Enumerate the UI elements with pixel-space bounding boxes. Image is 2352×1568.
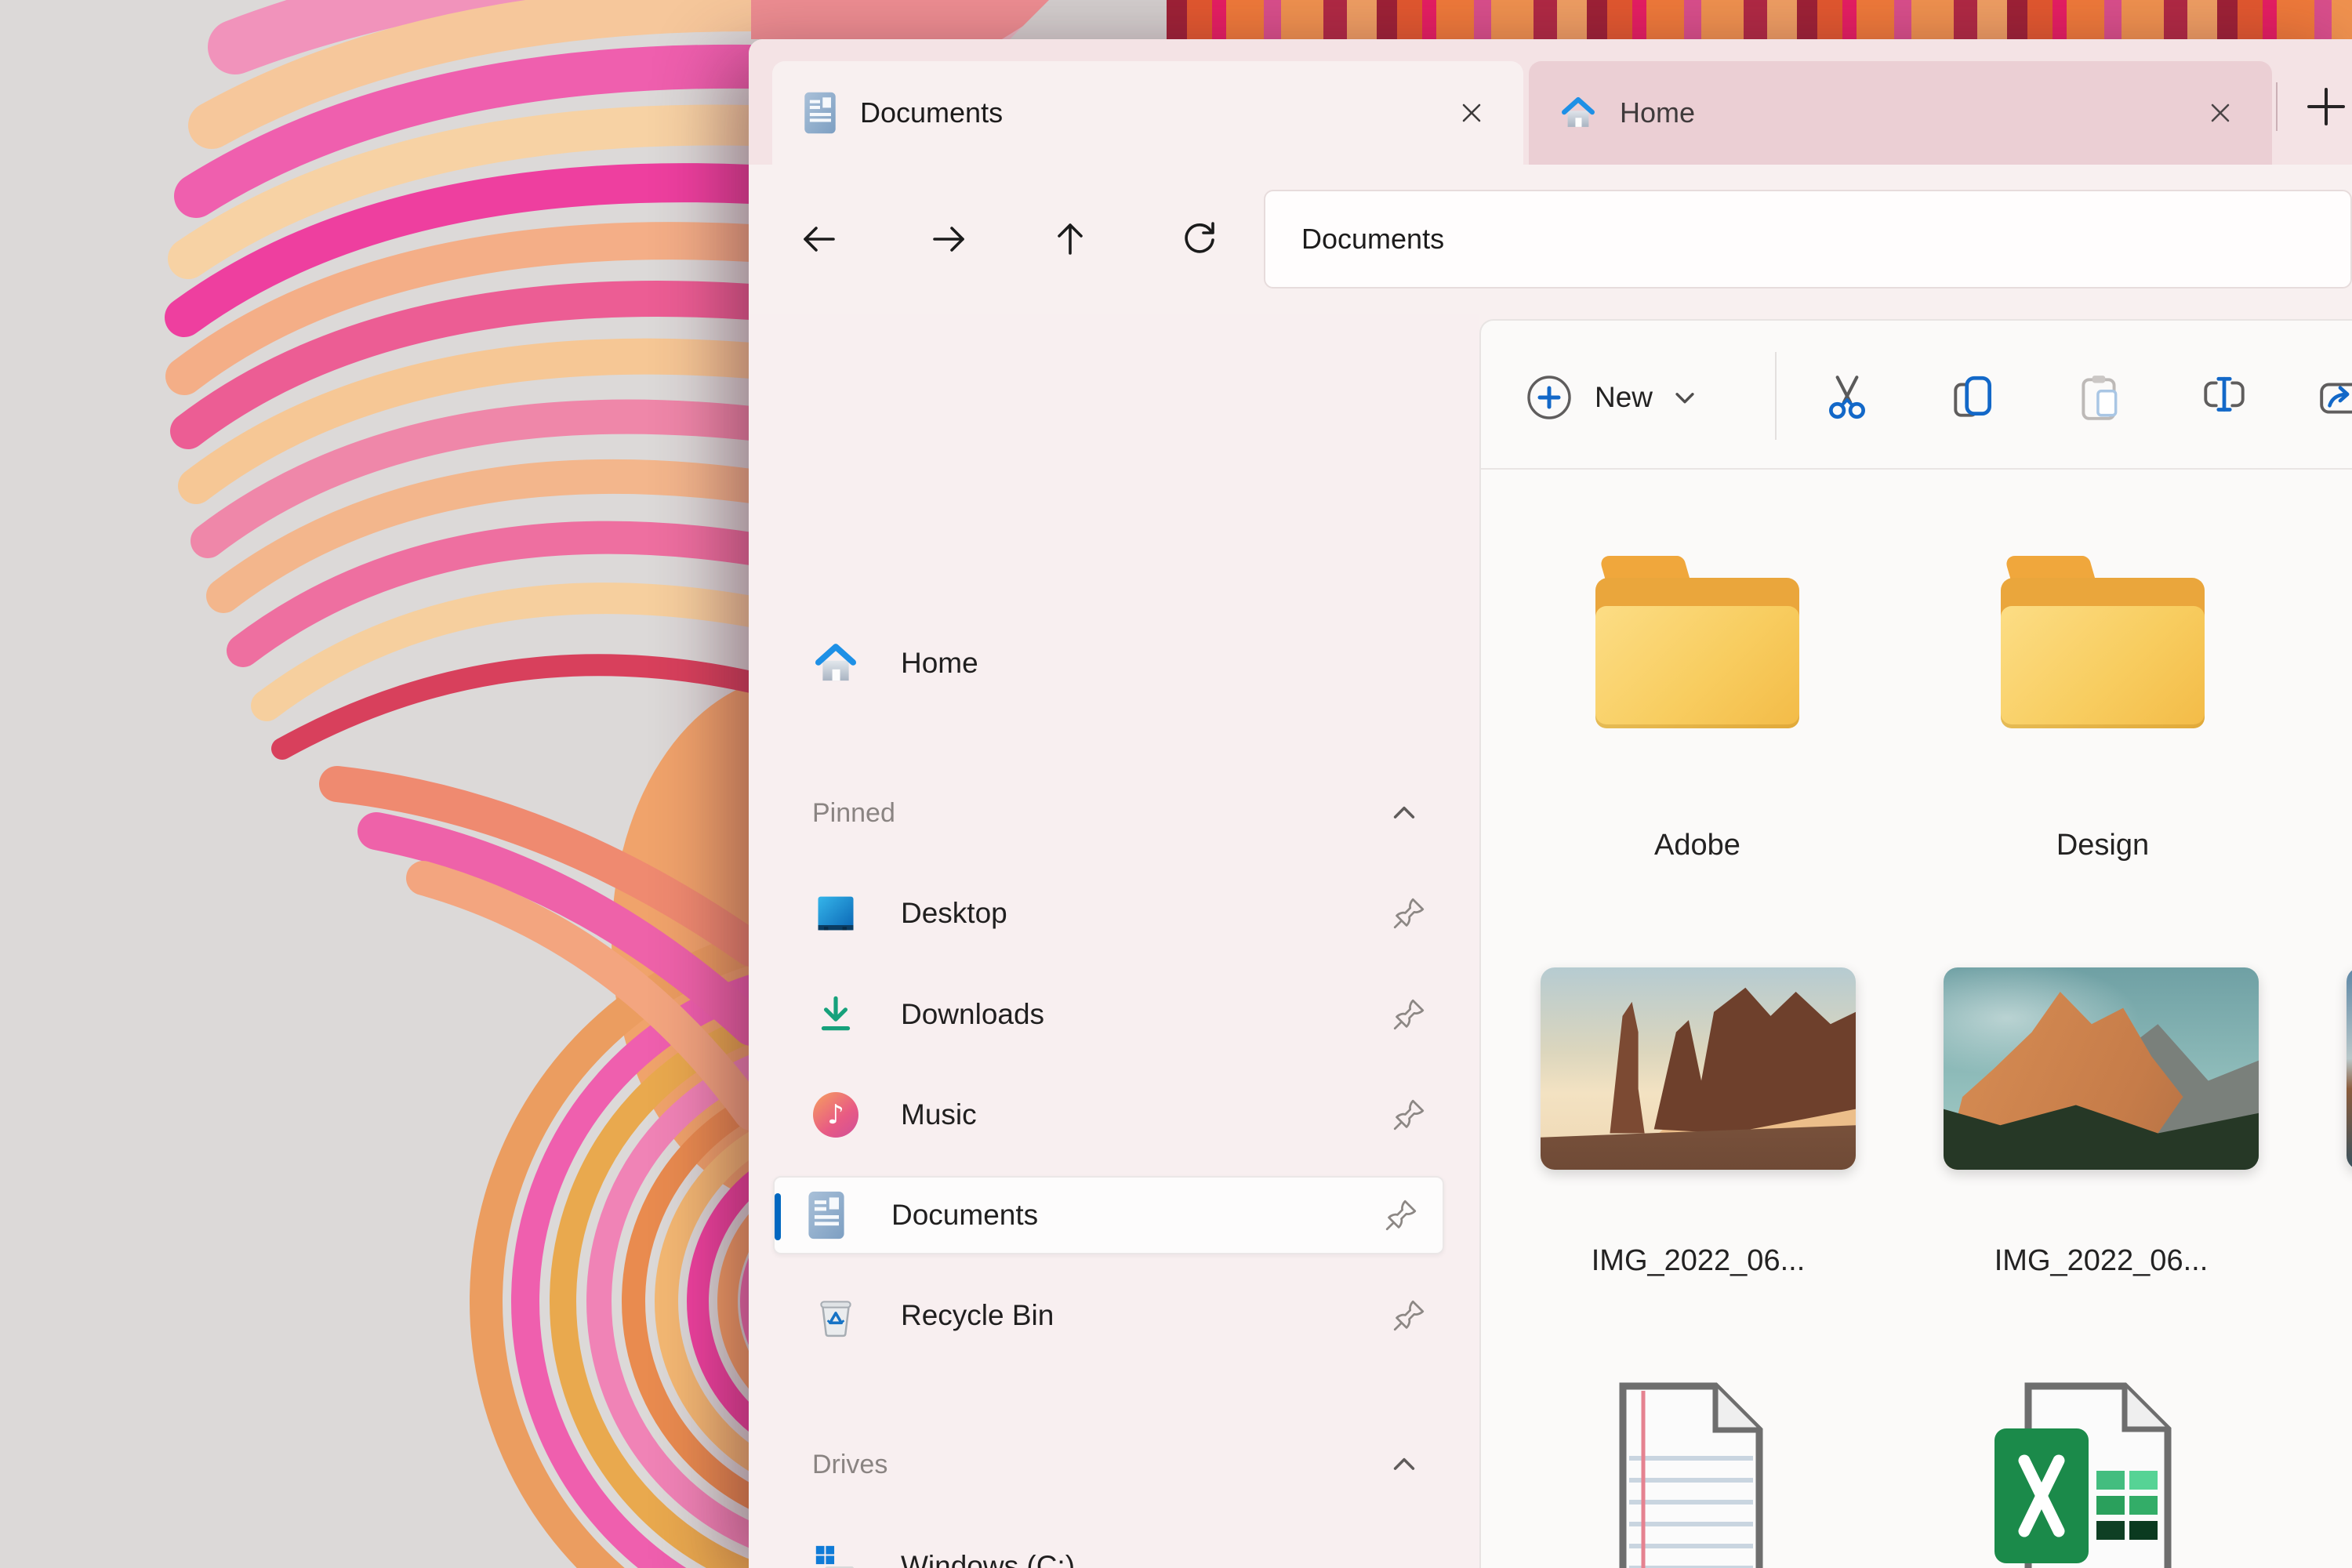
sidebar-item-music[interactable]: ♪ Music: [784, 1076, 1450, 1154]
section-title: Drives: [812, 1450, 887, 1480]
tab-bar: Documents Home: [749, 39, 2352, 165]
selection-accent-bar: [775, 1193, 781, 1240]
wallpaper-art: [0, 0, 751, 1568]
image-thumbnail: [1541, 967, 1856, 1170]
tab-home-label: Home: [1620, 96, 2203, 129]
file-name: Design: [1945, 829, 2260, 862]
file-item-image-partial[interactable]: [2347, 967, 2352, 1170]
section-pinned[interactable]: Pinned: [784, 789, 1450, 837]
folder-icon: [1993, 554, 2212, 742]
file-name: IMG_2022_06...: [1944, 1244, 2259, 1278]
share-button[interactable]: [2311, 366, 2352, 429]
tab-documents-label: Documents: [860, 96, 1454, 129]
sidebar-item-recycle-bin[interactable]: Recycle Bin: [784, 1276, 1450, 1355]
section-title: Pinned: [812, 798, 895, 829]
text-document-icon: [1617, 1380, 1766, 1568]
address-path: Documents: [1301, 223, 1444, 256]
refresh-button[interactable]: [1159, 198, 1240, 280]
new-button-label: New: [1595, 381, 1653, 414]
sidebar-item-label: Windows (C:): [901, 1550, 1075, 1568]
rename-button[interactable]: [2193, 366, 2256, 429]
close-tab-icon[interactable]: [2203, 96, 2238, 130]
desktop-screen: Documents Home: [0, 0, 2352, 1568]
pin-icon[interactable]: [1391, 996, 1427, 1033]
content-pane: New: [1479, 319, 2352, 1568]
pin-icon[interactable]: [1391, 1097, 1427, 1133]
file-explorer-window: Documents Home: [749, 39, 2352, 1568]
sidebar-item-label: Recycle Bin: [901, 1299, 1054, 1332]
excel-document-icon: [1985, 1380, 2173, 1568]
address-bar[interactable]: Documents: [1264, 190, 2352, 289]
sidebar-item-label: Music: [901, 1098, 977, 1131]
chevron-down-icon: [1671, 384, 1698, 411]
image-thumbnail: [1944, 967, 2259, 1170]
chevron-up-icon[interactable]: [1389, 798, 1419, 828]
navigation-bar: Documents: [749, 165, 2352, 314]
sidebar-item-label: Downloads: [901, 998, 1044, 1031]
command-bar: New: [1481, 321, 2352, 470]
up-button[interactable]: [1029, 198, 1111, 280]
pin-icon[interactable]: [1391, 1298, 1427, 1334]
pin-icon[interactable]: [1383, 1197, 1419, 1233]
tab-divider: [2276, 82, 2278, 131]
windows-drive-icon: [811, 1540, 860, 1568]
document-icon: [802, 1189, 851, 1242]
close-tab-icon[interactable]: [1454, 96, 1489, 130]
home-icon: [811, 637, 860, 690]
section-drives[interactable]: Drives: [784, 1441, 1450, 1488]
cut-button[interactable]: [1816, 366, 1878, 429]
music-icon: ♪: [811, 1088, 860, 1142]
file-item-excel-document[interactable]: [1985, 1380, 2173, 1568]
desktop-icon: [811, 887, 860, 940]
sidebar-item-home[interactable]: Home: [784, 624, 1450, 702]
tab-home[interactable]: Home: [1529, 61, 2272, 165]
sidebar-item-label: Documents: [891, 1199, 1038, 1232]
recycle-bin-icon: [811, 1289, 860, 1342]
new-tab-button[interactable]: [2303, 85, 2350, 129]
back-button[interactable]: [779, 198, 860, 280]
paste-button[interactable]: [2068, 366, 2131, 429]
chevron-up-icon[interactable]: [1389, 1450, 1419, 1479]
sidebar-item-desktop[interactable]: Desktop: [784, 874, 1450, 953]
tab-documents[interactable]: Documents: [772, 61, 1523, 165]
document-icon: [802, 91, 838, 135]
wallpaper-top-strip: [751, 0, 2352, 39]
home-icon: [1559, 93, 1598, 132]
downloads-icon: [811, 988, 860, 1041]
file-name: IMG_2022_06...: [1541, 1244, 1856, 1278]
file-name: Adobe: [1540, 829, 1855, 862]
copy-button[interactable]: [1942, 366, 2005, 429]
file-item-text-document[interactable]: [1617, 1380, 1766, 1568]
navigation-pane: Home Pinned Deskto: [749, 314, 1479, 1568]
sidebar-item-documents-selected[interactable]: Documents: [773, 1176, 1444, 1254]
sidebar-item-label: Desktop: [901, 897, 1007, 930]
sidebar-item-windows-c[interactable]: Windows (C:): [784, 1527, 1450, 1568]
wallpaper-stripes: [1167, 0, 2352, 39]
sidebar-item-downloads[interactable]: Downloads: [784, 975, 1450, 1054]
new-button[interactable]: New: [1524, 352, 1698, 442]
forward-button[interactable]: [908, 198, 989, 280]
toolbar-divider: [1775, 352, 1777, 440]
pin-icon[interactable]: [1391, 895, 1427, 931]
folder-icon: [1588, 554, 1807, 742]
sidebar-item-label: Home: [901, 647, 978, 680]
